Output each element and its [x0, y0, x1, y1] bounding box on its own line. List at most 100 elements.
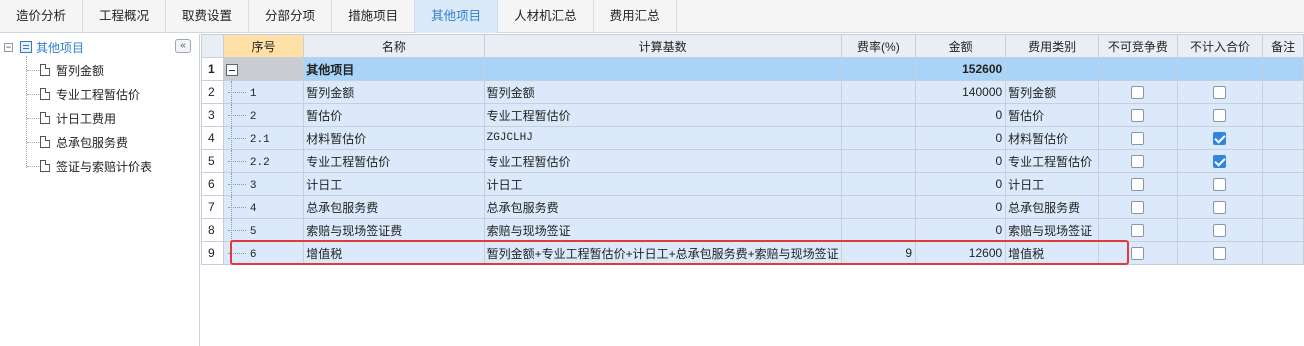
name-cell[interactable]: 暂列金额 — [303, 80, 485, 104]
category-cell[interactable]: 暂估价 — [1005, 103, 1100, 127]
tree-item[interactable]: 计日工费用 — [40, 108, 116, 128]
tab-4[interactable]: 措施项目 — [332, 0, 416, 33]
tree-item[interactable]: 暂列金额 — [40, 60, 104, 80]
name-cell[interactable]: 暂估价 — [303, 103, 485, 127]
remark-cell[interactable] — [1262, 103, 1304, 127]
table-row[interactable]: 4 2.1 材料暂估价 ZGJCLHJ 0 材料暂估价 — [201, 126, 1304, 150]
exclude-total-checkbox[interactable] — [1213, 109, 1227, 123]
seq-cell[interactable]: 2 — [222, 103, 305, 127]
exclude-total-checkbox[interactable] — [1213, 247, 1227, 261]
table-row[interactable]: 6 3 计日工 计日工 0 计日工 — [201, 172, 1304, 196]
table-row[interactable]: 5 2.2 专业工程暂估价 专业工程暂估价 0 专业工程暂估价 — [201, 149, 1304, 173]
exclude-total-checkbox[interactable] — [1213, 201, 1227, 215]
row-number[interactable]: 3 — [201, 103, 224, 127]
remark-cell[interactable] — [1262, 126, 1304, 150]
column-header[interactable]: 费率(%) — [840, 34, 917, 58]
row-number[interactable]: 8 — [201, 218, 224, 242]
amount-cell[interactable]: 0 — [915, 195, 1007, 219]
rate-cell[interactable] — [840, 218, 917, 242]
row-number[interactable]: 1 — [201, 57, 224, 81]
table-row[interactable]: 2 1 暂列金额 暂列金额 140000 暂列金额 — [201, 80, 1304, 104]
row-number[interactable]: 9 — [201, 241, 224, 265]
tree-item[interactable]: 专业工程暂估价 — [40, 84, 140, 104]
row-number[interactable]: 5 — [201, 149, 224, 173]
row-number[interactable]: 6 — [201, 172, 224, 196]
remark-cell[interactable] — [1262, 218, 1304, 242]
non-competitive-checkbox[interactable] — [1131, 86, 1145, 100]
base-cell[interactable]: 索赔与现场签证 — [483, 218, 842, 242]
base-cell[interactable] — [483, 57, 842, 81]
non-competitive-checkbox[interactable] — [1131, 109, 1145, 123]
amount-cell[interactable]: 0 — [915, 218, 1007, 242]
non-competitive-checkbox[interactable] — [1131, 178, 1145, 192]
name-cell[interactable]: 增值税 — [303, 241, 485, 265]
collapse-sidebar-button[interactable]: « — [175, 39, 191, 53]
tab-3[interactable]: 分部分项 — [249, 0, 333, 33]
seq-cell[interactable] — [222, 57, 305, 81]
rate-cell[interactable] — [840, 149, 917, 173]
exclude-total-checkbox[interactable] — [1213, 86, 1227, 100]
category-cell[interactable]: 专业工程暂估价 — [1005, 149, 1100, 173]
exclude-total-checkbox[interactable] — [1213, 178, 1227, 192]
amount-cell[interactable]: 152600 — [915, 57, 1007, 81]
amount-cell[interactable]: 12600 — [915, 241, 1007, 265]
amount-cell[interactable]: 0 — [915, 103, 1007, 127]
tab-2[interactable]: 取费设置 — [166, 0, 250, 33]
category-cell[interactable]: 总承包服务费 — [1005, 195, 1100, 219]
remark-cell[interactable] — [1262, 80, 1304, 104]
column-header[interactable] — [201, 34, 224, 58]
table-row[interactable]: 7 4 总承包服务费 总承包服务费 0 总承包服务费 — [201, 195, 1304, 219]
seq-cell[interactable]: 6 — [222, 241, 305, 265]
base-cell[interactable]: 暂列金额+专业工程暂估价+计日工+总承包服务费+索赔与现场签证 — [483, 241, 842, 265]
seq-cell[interactable]: 2.2 — [222, 149, 305, 173]
base-cell[interactable]: 暂列金额 — [483, 80, 842, 104]
column-header[interactable]: 不可竞争费 — [1098, 34, 1178, 58]
table-row[interactable]: 8 5 索赔与现场签证费 索赔与现场签证 0 索赔与现场签证 — [201, 218, 1304, 242]
remark-cell[interactable] — [1262, 195, 1304, 219]
tree-collapse-icon[interactable]: − — [4, 42, 13, 52]
remark-cell[interactable] — [1262, 172, 1304, 196]
column-header[interactable]: 名称 — [303, 34, 485, 58]
category-cell[interactable] — [1005, 57, 1100, 81]
column-header[interactable]: 金额 — [915, 34, 1007, 58]
non-competitive-checkbox[interactable] — [1131, 155, 1145, 169]
remark-cell[interactable] — [1262, 149, 1304, 173]
rate-cell[interactable] — [840, 103, 917, 127]
tree-root-other-items[interactable]: − 其他项目 — [4, 38, 84, 56]
seq-cell[interactable]: 4 — [222, 195, 305, 219]
tab-1[interactable]: 工程概况 — [83, 0, 167, 33]
rate-cell[interactable]: 9 — [840, 241, 917, 265]
non-competitive-checkbox[interactable] — [1131, 201, 1145, 215]
non-competitive-checkbox[interactable] — [1131, 132, 1145, 146]
base-cell[interactable]: 专业工程暂估价 — [483, 149, 842, 173]
column-header[interactable]: 计算基数 — [483, 34, 842, 58]
tab-6[interactable]: 人材机汇总 — [498, 0, 594, 33]
exclude-total-checkbox[interactable] — [1213, 132, 1227, 146]
rate-cell[interactable] — [840, 80, 917, 104]
seq-cell[interactable]: 5 — [222, 218, 305, 242]
base-cell[interactable]: ZGJCLHJ — [483, 126, 842, 150]
name-cell[interactable]: 总承包服务费 — [303, 195, 485, 219]
name-cell[interactable]: 材料暂估价 — [303, 126, 485, 150]
seq-cell[interactable]: 3 — [222, 172, 305, 196]
category-cell[interactable]: 增值税 — [1005, 241, 1100, 265]
row-number[interactable]: 7 — [201, 195, 224, 219]
tab-0[interactable]: 造价分析 — [0, 0, 84, 33]
category-cell[interactable]: 材料暂估价 — [1005, 126, 1100, 150]
tree-item[interactable]: 总承包服务费 — [40, 132, 128, 152]
rate-cell[interactable] — [840, 172, 917, 196]
amount-cell[interactable]: 0 — [915, 172, 1007, 196]
amount-cell[interactable]: 0 — [915, 126, 1007, 150]
table-row[interactable]: 1 其他项目 152600 — [201, 57, 1304, 81]
base-cell[interactable]: 总承包服务费 — [483, 195, 842, 219]
collapse-group-icon[interactable] — [225, 63, 238, 76]
row-number[interactable]: 2 — [201, 80, 224, 104]
remark-cell[interactable] — [1262, 241, 1304, 265]
exclude-total-checkbox[interactable] — [1213, 224, 1227, 238]
remark-cell[interactable] — [1262, 57, 1304, 81]
table-row[interactable]: 9 6 增值税 暂列金额+专业工程暂估价+计日工+总承包服务费+索赔与现场签证 9 126… — [201, 241, 1304, 265]
exclude-total-checkbox[interactable] — [1213, 155, 1227, 169]
category-cell[interactable]: 暂列金额 — [1005, 80, 1100, 104]
rate-cell[interactable] — [840, 195, 917, 219]
tab-7[interactable]: 费用汇总 — [594, 0, 677, 33]
